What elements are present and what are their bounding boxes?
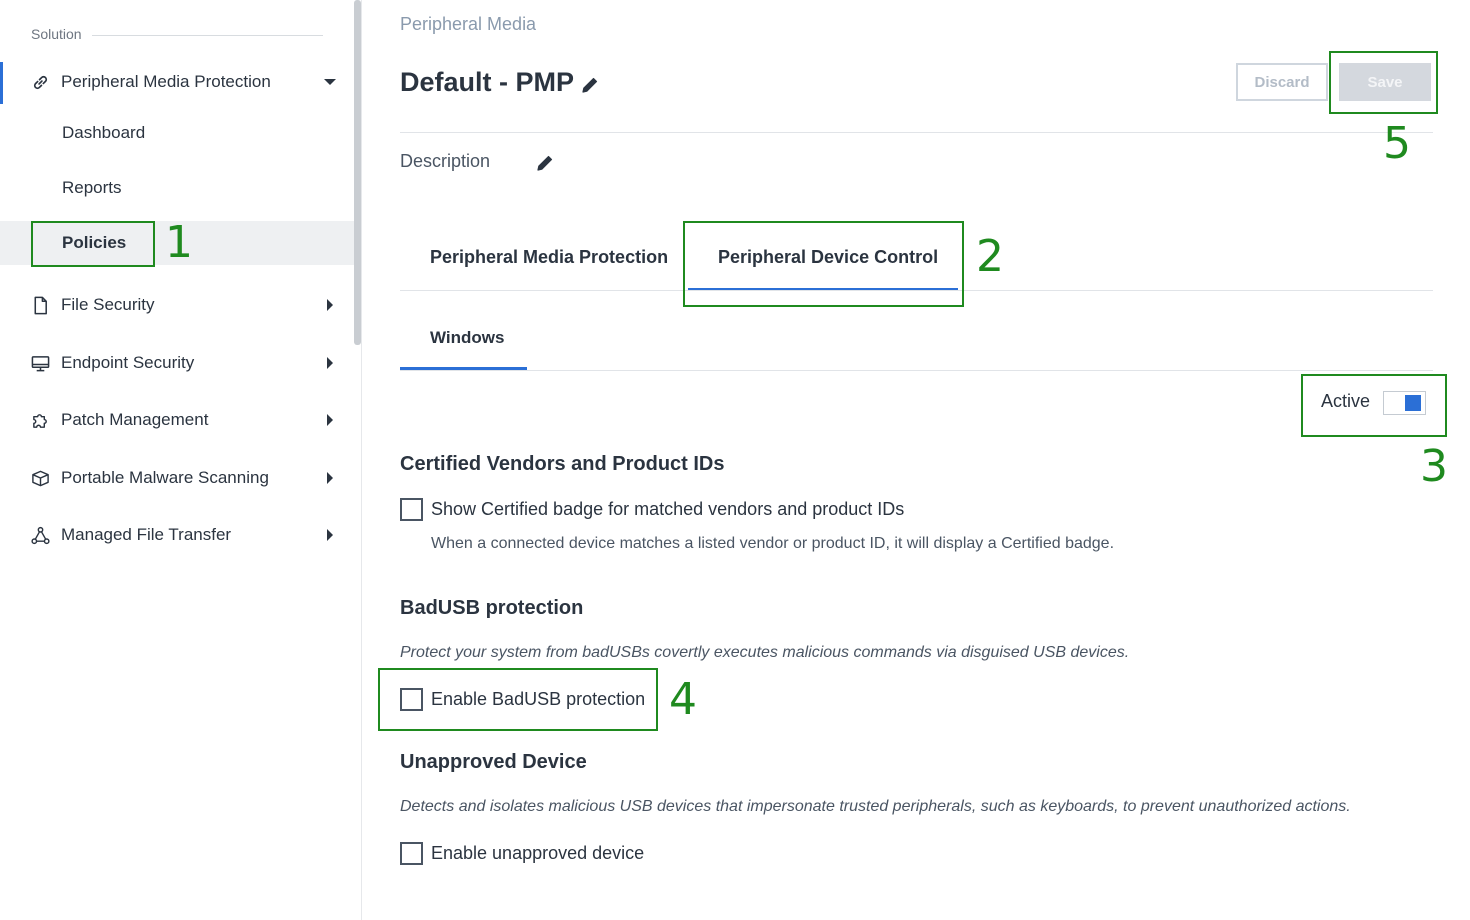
active-toggle[interactable] — [1383, 391, 1426, 415]
certified-badge-checkbox[interactable] — [400, 498, 423, 521]
sidebar-item-file-security[interactable]: File Security — [0, 285, 354, 325]
box-icon — [31, 469, 50, 488]
subtabs-divider — [400, 370, 1433, 371]
breadcrumb[interactable]: Peripheral Media — [400, 14, 536, 35]
sidebar-subitem-label: Reports — [62, 178, 122, 197]
sidebar-item-portable-malware-scanning[interactable]: Portable Malware Scanning — [0, 458, 354, 498]
sidebar: Solution Peripheral Media Protection Das… — [0, 0, 362, 920]
chevron-right-icon[interactable] — [323, 298, 337, 312]
edit-title-pencil-icon[interactable] — [580, 75, 600, 95]
toggle-knob — [1405, 395, 1421, 411]
badusb-section-title: BadUSB protection — [400, 597, 584, 619]
header-divider — [400, 132, 1433, 133]
unapproved-section-title: Unapproved Device — [400, 751, 587, 773]
unapproved-device-checkbox[interactable] — [400, 842, 423, 865]
edit-description-pencil-icon[interactable] — [535, 153, 555, 173]
sidebar-item-label: File Security — [61, 295, 155, 314]
sidebar-item-label: Portable Malware Scanning — [61, 468, 269, 487]
annotation-number-1: 1 — [165, 217, 193, 268]
description-label: Description — [400, 151, 491, 171]
link-icon — [31, 73, 50, 92]
certified-badge-checkbox-label[interactable]: Show Certified badge for matched vendors… — [431, 499, 904, 520]
chevron-right-icon[interactable] — [323, 528, 337, 542]
unapproved-device-checkbox-label[interactable]: Enable unapproved device — [431, 843, 644, 864]
tabs-divider — [400, 290, 1433, 291]
monitor-icon — [31, 354, 50, 373]
sidebar-item-patch-management[interactable]: Patch Management — [0, 400, 354, 440]
page-title: Default - PMP — [400, 67, 575, 97]
file-icon — [31, 296, 50, 315]
sidebar-subitem-label: Dashboard — [62, 123, 146, 142]
sidebar-scrollbar[interactable] — [354, 0, 361, 345]
certified-badge-help-text: When a connected device matches a listed… — [431, 535, 1115, 552]
tab-peripheral-media-protection[interactable]: Peripheral Media Protection — [430, 247, 668, 268]
unapproved-description: Detects and isolates malicious USB devic… — [400, 798, 1351, 815]
annotation-number-3: 3 — [1420, 441, 1448, 492]
sidebar-item-label: Patch Management — [61, 410, 209, 429]
badusb-description: Protect your system from badUSBs covertl… — [400, 644, 1130, 661]
certified-section-title: Certified Vendors and Product IDs — [400, 453, 725, 475]
annotation-number-4: 4 — [669, 674, 697, 725]
annotation-number-2: 2 — [976, 231, 1004, 282]
sidebar-item-peripheral-media-protection[interactable]: Peripheral Media Protection — [0, 62, 354, 102]
sidebar-item-label: Peripheral Media Protection — [61, 72, 271, 91]
sidebar-item-label: Managed File Transfer — [61, 525, 232, 544]
puzzle-icon — [31, 411, 50, 430]
sidebar-section-label: Solution — [31, 26, 82, 42]
badusb-checkbox-label[interactable]: Enable BadUSB protection — [431, 689, 645, 710]
save-button[interactable]: Save — [1339, 63, 1431, 101]
sidebar-subitem-dashboard[interactable]: Dashboard — [0, 111, 354, 155]
sidebar-item-managed-file-transfer[interactable]: Managed File Transfer — [0, 515, 354, 555]
discard-button[interactable]: Discard — [1236, 63, 1328, 101]
chevron-right-icon[interactable] — [323, 471, 337, 485]
sidebar-item-endpoint-security[interactable]: Endpoint Security — [0, 343, 354, 383]
active-toggle-label: Active — [1321, 391, 1371, 411]
badusb-checkbox[interactable] — [400, 688, 423, 711]
chevron-right-icon[interactable] — [323, 356, 337, 370]
sidebar-item-label: Endpoint Security — [61, 353, 195, 372]
share-icon — [31, 526, 50, 545]
tab-peripheral-device-control[interactable]: Peripheral Device Control — [718, 247, 938, 268]
subtab-windows[interactable]: Windows — [430, 328, 504, 348]
chevron-right-icon[interactable] — [323, 413, 337, 427]
annotation-number-5: 5 — [1383, 118, 1411, 169]
sidebar-subitem-label: Policies — [62, 233, 127, 252]
sidebar-subitem-reports[interactable]: Reports — [0, 166, 354, 210]
sidebar-section-divider — [92, 35, 323, 36]
chevron-down-icon[interactable] — [323, 75, 337, 89]
